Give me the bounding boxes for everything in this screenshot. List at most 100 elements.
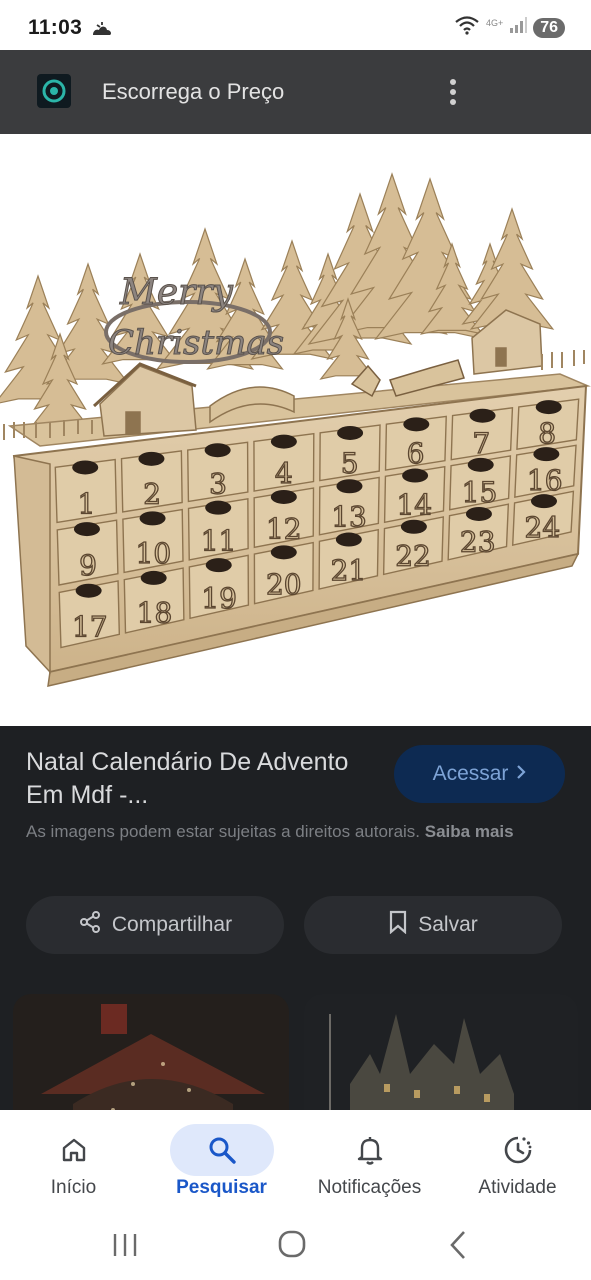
bottom-navigation: Início Pesquisar Notificações Atividade	[0, 1110, 591, 1210]
chevron-right-icon	[516, 762, 526, 786]
activity-clock-icon	[466, 1124, 570, 1176]
drawer-pull	[270, 434, 297, 449]
save-button[interactable]: Salvar	[304, 896, 562, 954]
drawer-pull	[336, 479, 363, 494]
app-logo-icon[interactable]	[37, 74, 71, 108]
drawer-pull	[140, 570, 167, 585]
drawer-pull	[337, 425, 364, 440]
drawer-number: 13	[331, 500, 367, 533]
drawer-number: 4	[275, 457, 293, 490]
nav-activity-label: Atividade	[478, 1177, 557, 1198]
copyright-notice: As imagens podem estar sujeitas a direit…	[26, 818, 566, 845]
drawer-pull	[73, 522, 100, 537]
back-icon[interactable]	[440, 1228, 476, 1262]
drawer: 11	[187, 497, 249, 561]
app-bar: Escorrega o Preço	[0, 50, 591, 134]
nav-notifications[interactable]: Notificações	[296, 1110, 443, 1210]
copyright-text: As imagens podem estar sujeitas a direit…	[26, 822, 421, 841]
nav-home-label: Início	[50, 1177, 97, 1198]
drawer-pull	[465, 506, 492, 521]
drawer-pull	[535, 400, 562, 415]
drawer-number: 24	[525, 511, 561, 544]
drawer-pull	[530, 494, 557, 509]
share-icon	[78, 910, 102, 940]
nav-search-label: Pesquisar	[176, 1177, 267, 1198]
bell-icon	[318, 1124, 422, 1176]
drawer-number: 23	[460, 525, 496, 558]
drawer-number: 15	[462, 476, 498, 509]
nav-search[interactable]: Pesquisar	[148, 1110, 295, 1210]
drawer: 3	[187, 441, 249, 503]
drawer-pull	[205, 500, 232, 515]
more-options-icon[interactable]	[440, 72, 466, 112]
product-image[interactable]: Merry Christmas 1 2 3 4 5 6 7 8 9 10 11 12 13 1	[0, 134, 591, 726]
drawer-number: 14	[396, 488, 432, 521]
drawer-pull	[335, 532, 362, 547]
home-icon	[22, 1124, 126, 1176]
status-bar: 11:03 4G+ 76	[0, 0, 591, 50]
signal-icon	[509, 16, 528, 39]
drawer-pull	[138, 451, 165, 466]
drawer-pull	[204, 443, 231, 458]
drawer-pull	[533, 447, 560, 462]
drawer-number: 7	[472, 427, 490, 460]
drawer-number: 12	[266, 513, 302, 546]
learn-more-link[interactable]: Saiba mais	[425, 822, 514, 841]
result-title[interactable]: Natal Calendário De Advento Em Mdf -...	[26, 746, 356, 812]
advent-calendar-illustration: Merry Christmas 1 2 3 4 5 6 7 89 10 11 12 13 1	[0, 172, 591, 687]
save-label: Salvar	[418, 913, 478, 936]
drawer: 10	[122, 508, 184, 574]
nav-activity[interactable]: Atividade	[444, 1110, 591, 1210]
battery-indicator: 76	[533, 17, 565, 38]
drawer: 5	[319, 424, 381, 482]
drawer-pull	[400, 519, 427, 534]
drawer-number: 5	[341, 447, 359, 480]
nav-notifications-label: Notificações	[317, 1177, 422, 1198]
bookmark-icon	[388, 910, 408, 940]
drawer-pull	[75, 583, 102, 598]
search-icon	[169, 1124, 274, 1176]
drawer-pull	[205, 558, 232, 573]
drawer-number: 10	[136, 537, 172, 570]
drawer: 6	[384, 415, 447, 471]
drawer-number: 11	[201, 525, 237, 558]
drawer-pull	[402, 468, 429, 483]
related-image-thumbnail[interactable]	[13, 994, 289, 1110]
recent-apps-icon[interactable]	[108, 1228, 144, 1262]
drawer-pull	[270, 545, 297, 560]
drawer-pull	[469, 408, 496, 423]
drawer-pull	[270, 489, 297, 504]
system-navigation-bar	[0, 1210, 591, 1280]
drawer-number: 20	[266, 568, 302, 601]
visit-button-label: Acessar	[432, 762, 509, 785]
drawer-number: 2	[143, 477, 161, 510]
drawer: 1	[54, 458, 118, 524]
network-type: 4G+	[485, 17, 504, 28]
greeting-line1: Merry	[119, 272, 234, 313]
weather-icon	[91, 21, 113, 42]
nav-home[interactable]: Início	[0, 1110, 147, 1210]
wifi-icon	[454, 15, 480, 40]
app-title: Escorrega o Preço	[102, 79, 285, 104]
drawer: 2	[120, 450, 183, 513]
share-button[interactable]: Compartilhar	[26, 896, 284, 954]
drawer-number: 16	[527, 464, 563, 497]
share-label: Compartilhar	[111, 913, 233, 936]
drawer-number: 19	[201, 582, 237, 615]
drawer-number: 6	[407, 437, 425, 470]
drawer: 9	[56, 519, 119, 586]
visit-button[interactable]: Acessar	[394, 745, 565, 803]
drawer-number: 3	[209, 467, 227, 500]
drawer-number: 8	[538, 417, 556, 450]
result-details: Natal Calendário De Advento Em Mdf -... …	[0, 726, 591, 1110]
status-time: 11:03	[28, 16, 83, 39]
drawer-pull	[403, 417, 430, 432]
related-image-thumbnail[interactable]	[304, 994, 578, 1110]
drawer: 4	[253, 432, 315, 492]
home-system-icon[interactable]	[274, 1228, 310, 1262]
drawer-number: 1	[77, 487, 95, 520]
drawer-number: 17	[72, 611, 108, 644]
drawer-number: 21	[331, 554, 367, 587]
drawer-number: 9	[79, 549, 97, 582]
drawer-pull	[467, 457, 494, 472]
